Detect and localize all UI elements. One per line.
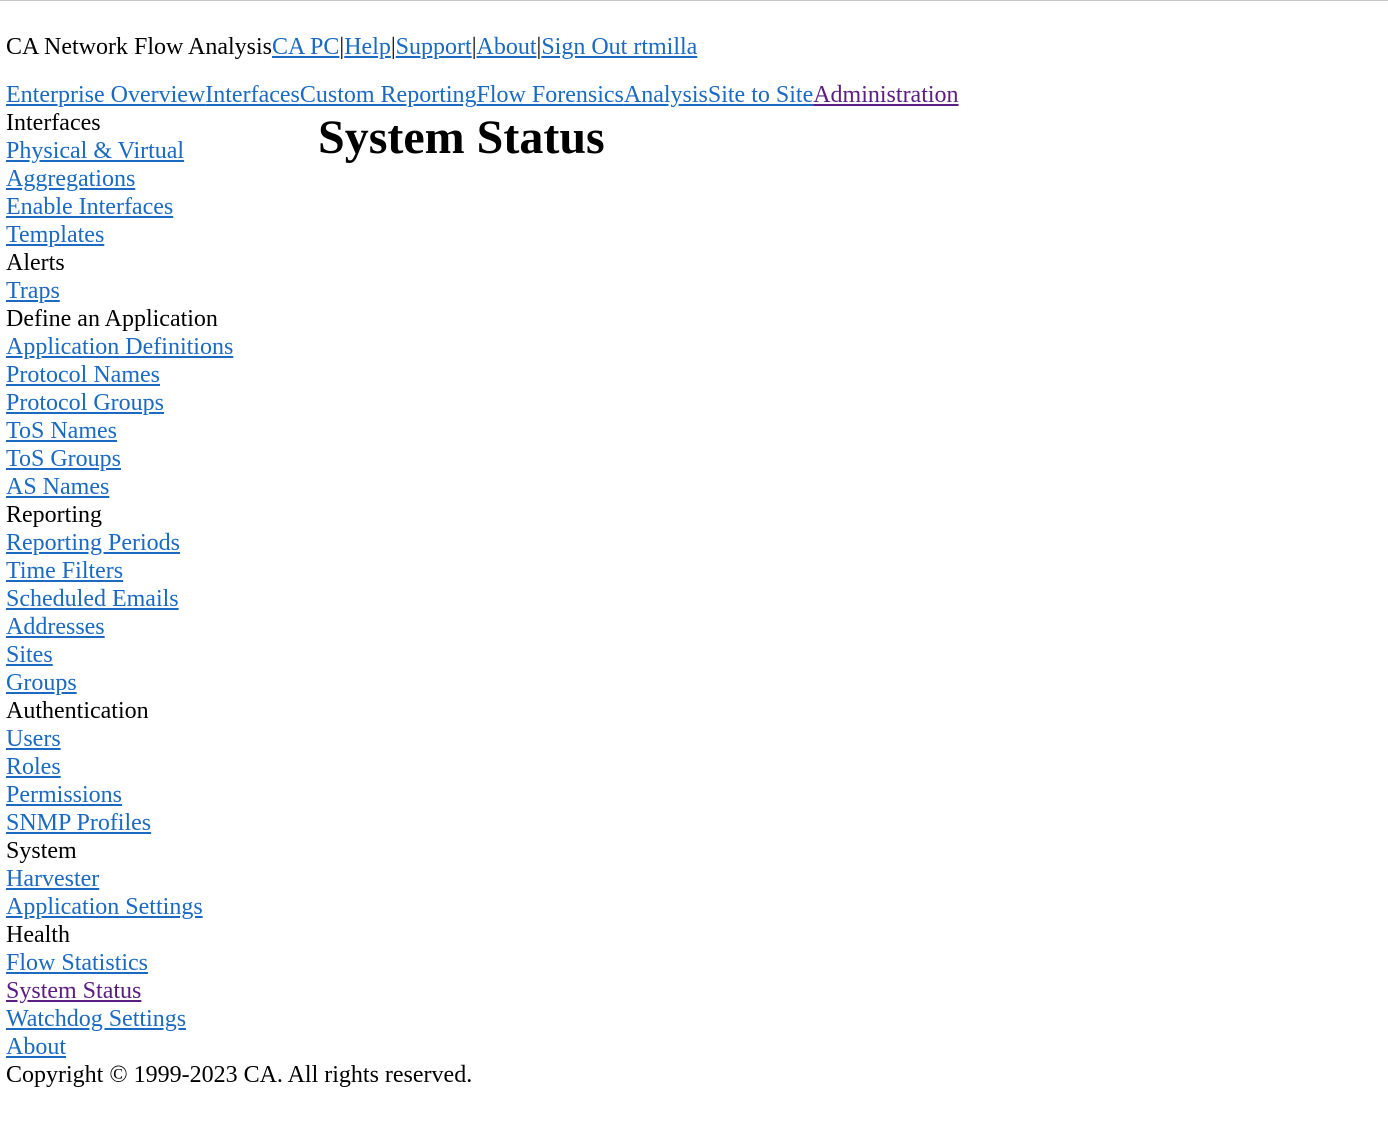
tab-administration[interactable]: Administration bbox=[813, 82, 958, 108]
page-title: System Status bbox=[318, 111, 605, 164]
sidebar-heading-alerts: Alerts bbox=[6, 250, 65, 276]
header-link-support[interactable]: Support bbox=[396, 34, 472, 60]
sidebar-item-traps[interactable]: Traps bbox=[6, 278, 60, 304]
sidebar-item-time-filters[interactable]: Time Filters bbox=[6, 558, 123, 584]
sidebar-item-snmp-profiles[interactable]: SNMP Profiles bbox=[6, 810, 151, 836]
sidebar-item-system-status[interactable]: System Status bbox=[6, 978, 141, 1004]
tab-flow-forensics[interactable]: Flow Forensics bbox=[477, 82, 624, 108]
sidebar-item-addresses[interactable]: Addresses bbox=[6, 614, 105, 640]
sidebar-item-tos-names[interactable]: ToS Names bbox=[6, 418, 117, 444]
sidebar-heading-authentication: Authentication bbox=[6, 698, 149, 724]
app-name: CA Network Flow Analysis bbox=[6, 34, 273, 60]
sidebar-item-roles[interactable]: Roles bbox=[6, 754, 61, 780]
sidebar-item-sites[interactable]: Sites bbox=[6, 642, 53, 668]
tab-enterprise-overview[interactable]: Enterprise Overview bbox=[6, 82, 205, 108]
sidebar-item-about[interactable]: About bbox=[6, 1034, 66, 1060]
sidebar-heading-health: Health bbox=[6, 922, 70, 948]
header-link-about[interactable]: About bbox=[477, 34, 537, 60]
tab-custom-reporting[interactable]: Custom Reporting bbox=[300, 82, 477, 108]
sidebar-item-permissions[interactable]: Permissions bbox=[6, 782, 122, 808]
sidebar-item-application-settings[interactable]: Application Settings bbox=[6, 894, 203, 920]
sidebar-item-users[interactable]: Users bbox=[6, 726, 61, 752]
header-bar: CA Network Flow AnalysisCA PC|Help|Suppo… bbox=[6, 33, 697, 61]
top-divider bbox=[0, 0, 1388, 1]
sidebar-heading-define-application: Define an Application bbox=[6, 306, 218, 332]
sidebar-item-tos-groups[interactable]: ToS Groups bbox=[6, 446, 121, 472]
sidebar-heading-interfaces: Interfaces bbox=[6, 110, 101, 136]
sidebar-item-flow-statistics[interactable]: Flow Statistics bbox=[6, 950, 148, 976]
sidebar-item-watchdog-settings[interactable]: Watchdog Settings bbox=[6, 1006, 186, 1032]
sidebar-item-as-names[interactable]: AS Names bbox=[6, 474, 109, 500]
sidebar-item-scheduled-emails[interactable]: Scheduled Emails bbox=[6, 586, 179, 612]
sidebar-item-reporting-periods[interactable]: Reporting Periods bbox=[6, 530, 180, 556]
main-nav: Enterprise OverviewInterfacesCustom Repo… bbox=[6, 81, 959, 109]
copyright-footer: Copyright © 1999-2023 CA. All rights res… bbox=[6, 1062, 473, 1088]
sidebar-item-aggregations[interactable]: Aggregations bbox=[6, 166, 135, 192]
tab-interfaces[interactable]: Interfaces bbox=[205, 82, 300, 108]
tab-analysis[interactable]: Analysis bbox=[624, 82, 708, 108]
tab-site-to-site[interactable]: Site to Site bbox=[708, 82, 813, 108]
sidebar-item-physical-virtual[interactable]: Physical & Virtual bbox=[6, 138, 184, 164]
sidebar: Interfaces Physical & Virtual Aggregatio… bbox=[6, 109, 306, 1061]
header-link-help[interactable]: Help bbox=[344, 34, 391, 60]
sidebar-item-harvester[interactable]: Harvester bbox=[6, 866, 99, 892]
sidebar-heading-reporting: Reporting bbox=[6, 502, 102, 528]
sidebar-item-protocol-groups[interactable]: Protocol Groups bbox=[6, 390, 164, 416]
sidebar-item-application-definitions[interactable]: Application Definitions bbox=[6, 334, 233, 360]
sidebar-item-protocol-names[interactable]: Protocol Names bbox=[6, 362, 160, 388]
sidebar-item-templates[interactable]: Templates bbox=[6, 222, 104, 248]
sidebar-item-enable-interfaces[interactable]: Enable Interfaces bbox=[6, 194, 173, 220]
header-link-ca-pc[interactable]: CA PC bbox=[272, 34, 339, 60]
sidebar-item-groups[interactable]: Groups bbox=[6, 670, 77, 696]
sidebar-heading-system: System bbox=[6, 838, 77, 864]
sign-out-link[interactable]: Sign Out rtmilla bbox=[541, 34, 697, 60]
